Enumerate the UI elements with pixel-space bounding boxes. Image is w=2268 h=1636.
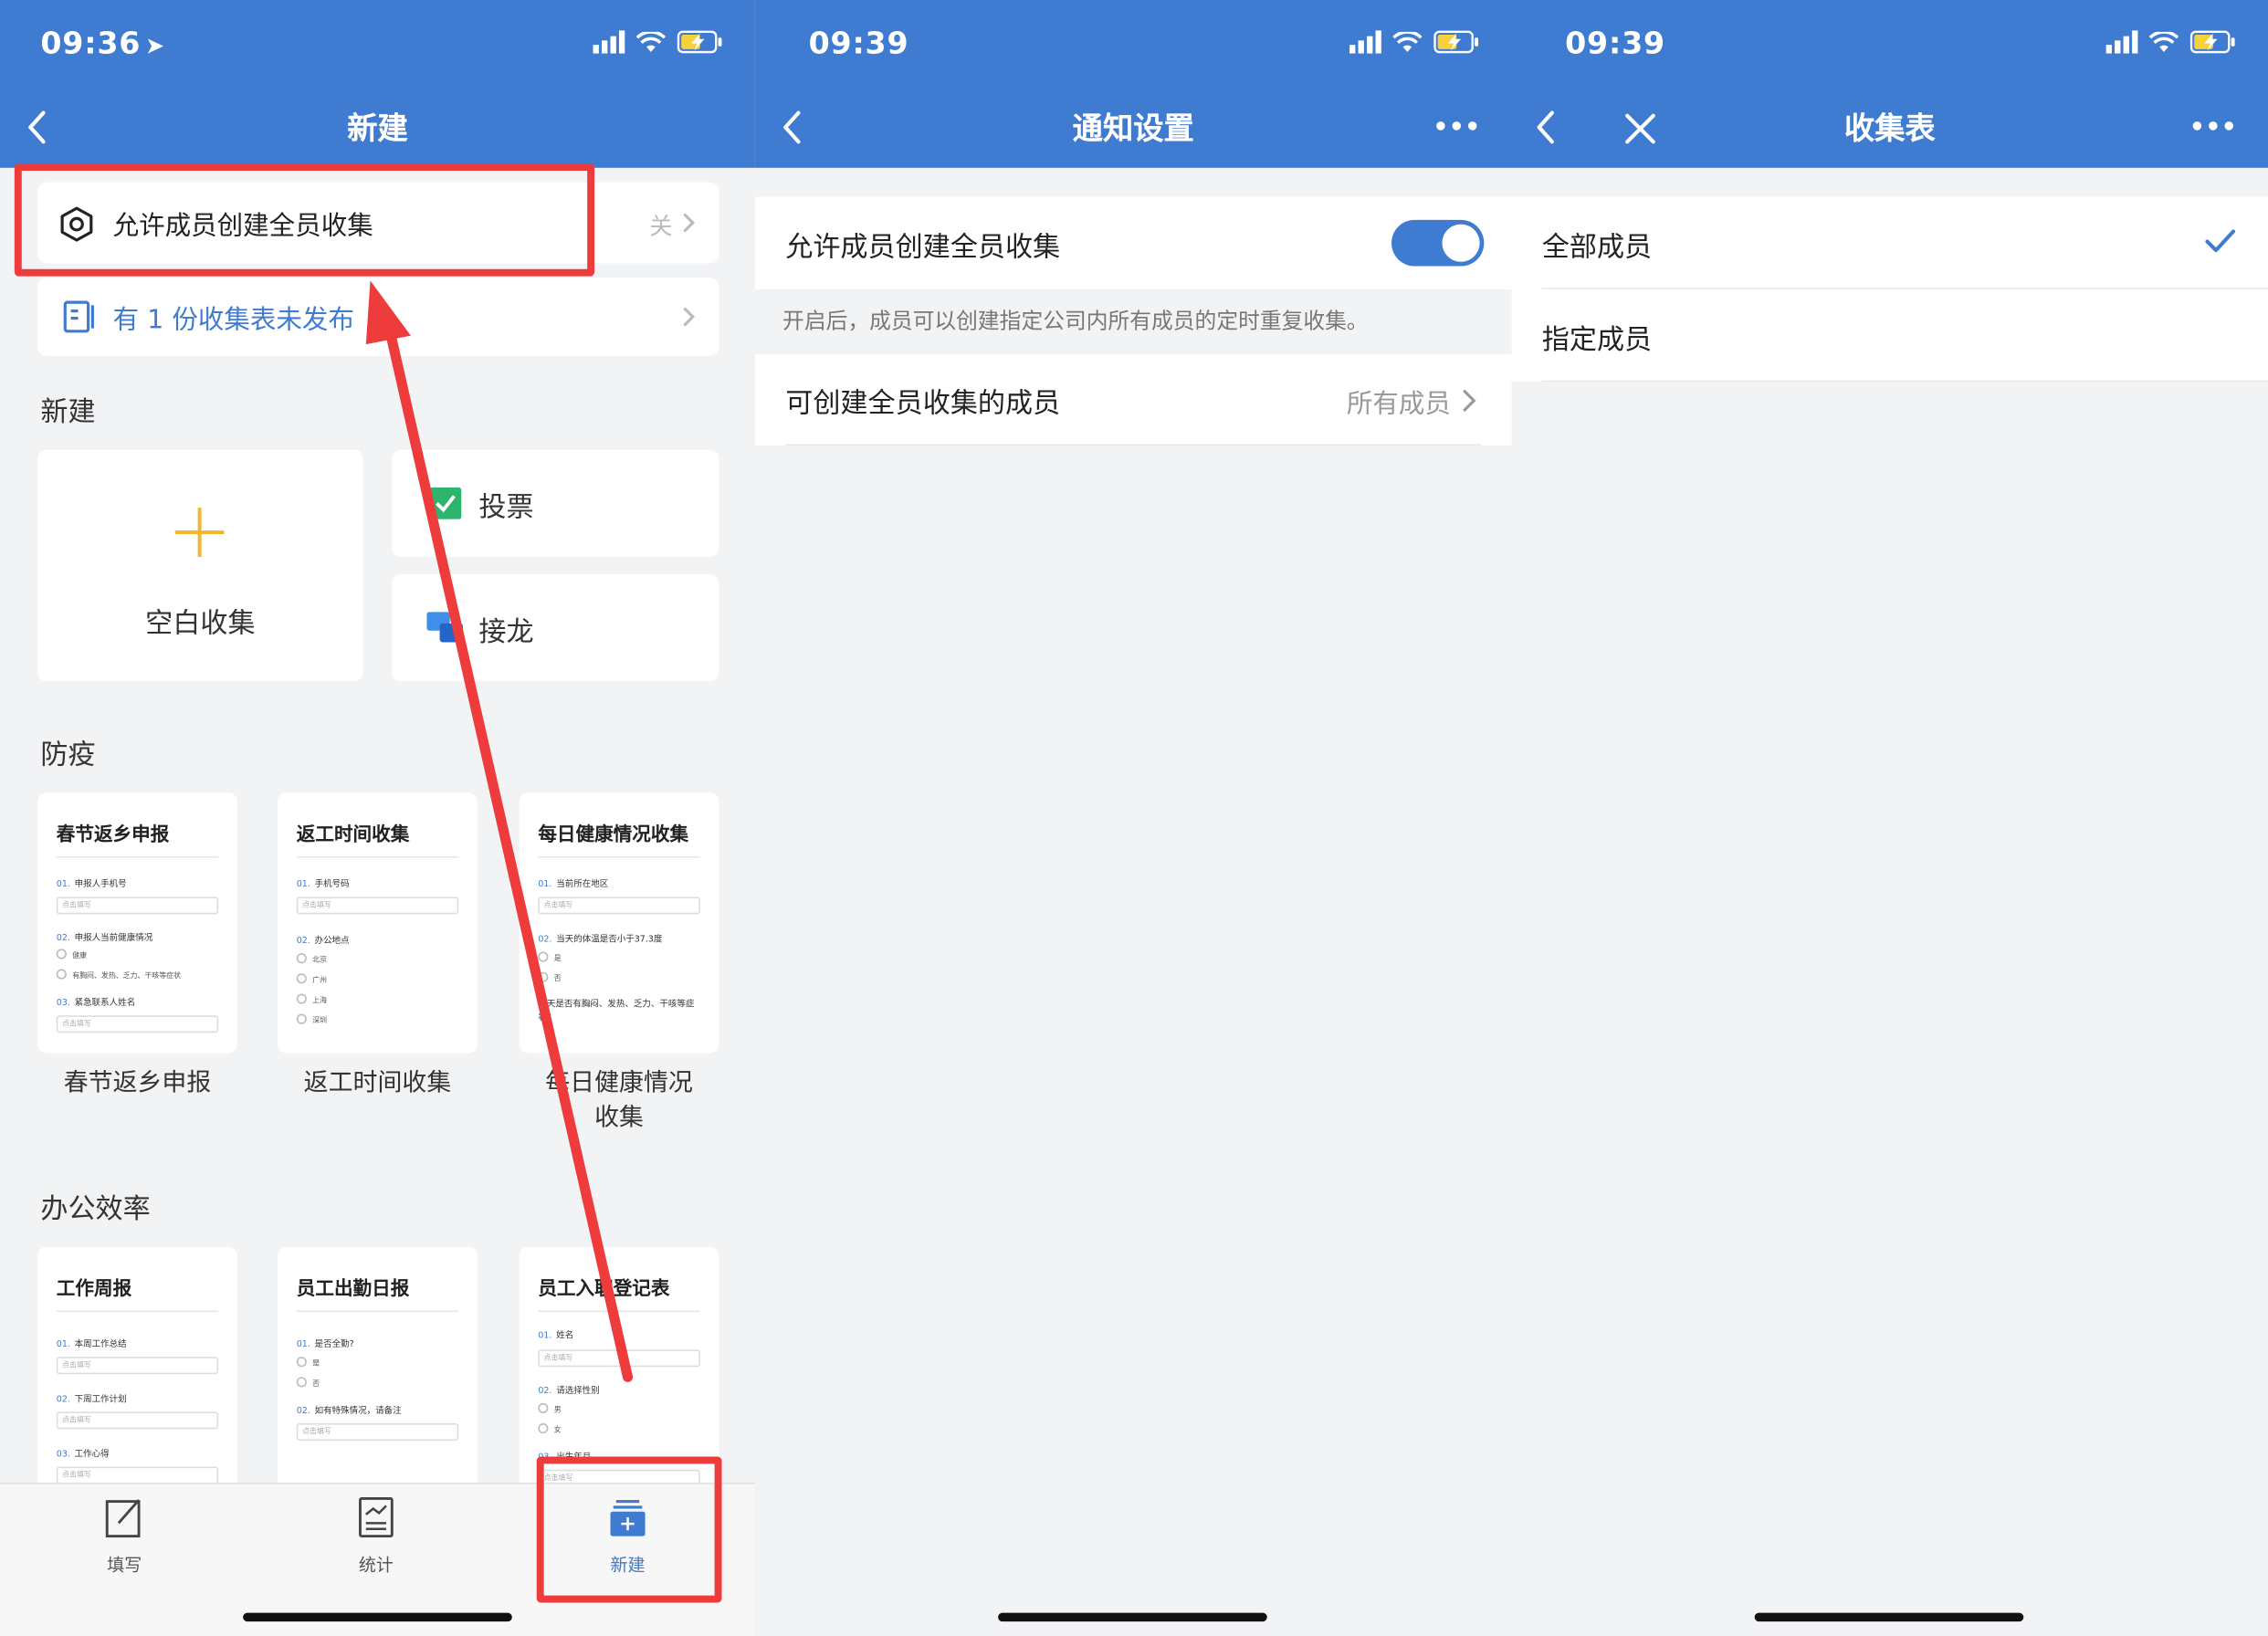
allow-toggle[interactable] [1391,219,1485,267]
signal-icon [1349,30,1381,54]
annotation-arrow [365,280,634,1382]
status-icons [2105,30,2237,54]
status-time: 09:39 [808,26,909,61]
members-setting-value: 所有成员 [1346,389,1451,420]
status-time: 09:39 [1565,26,1665,61]
header: 09:39 通知设置 [754,0,1512,168]
allow-setting-hint: 开启后，成员可以创建指定公司内所有成员的定时重复收集。 [782,308,1369,334]
wifi-icon [1392,31,1423,52]
screenshot-collage: 09:36 ➤ 新建 允许成员创建全员收集 关 有 1 份收集表未发布 新建 空… [0,0,2268,1636]
battery-charging-icon [1433,30,1479,54]
option-specific-members[interactable]: 指定成员 [1511,288,2268,383]
members-setting-row[interactable]: 可创建全员收集的成员 所有成员 [754,354,1512,446]
checkmark-icon [2205,229,2236,253]
allow-setting-label: 允许成员创建全员收集 [785,231,1061,264]
battery-charging-icon [2189,30,2235,54]
home-indicator [1754,1612,2024,1622]
signal-icon [2105,30,2138,54]
wifi-icon [2149,31,2179,52]
more-icon[interactable] [2192,121,2234,131]
header: 09:39 收集表 [1511,0,2268,168]
member-scope-screen: 09:39 收集表 全部成员 指定成员 [1511,0,2268,1636]
notification-settings-screen: 09:39 通知设置 允许成员创建全员收集 开启后，成员可以创建指定公司内所有成… [754,0,1512,1636]
divider [785,444,1482,446]
page-title: 收集表 [1843,110,1936,147]
status-icons [1349,30,1480,54]
allow-member-collection-setting: 允许成员创建全员收集 [754,196,1512,289]
option-all-members[interactable]: 全部成员 [1511,196,2268,289]
option-label: 指定成员 [1541,323,1653,356]
divider [1541,380,2268,383]
home-indicator [998,1612,1267,1622]
members-setting-label: 可创建全员收集的成员 [785,387,1061,420]
new-collection-screen: 09:36 ➤ 新建 允许成员创建全员收集 关 有 1 份收集表未发布 新建 空… [0,0,755,1636]
more-icon[interactable] [1436,121,1477,131]
option-label: 全部成员 [1541,231,1653,264]
chevron-right-icon [1463,389,1476,413]
page-title: 通知设置 [1072,110,1194,147]
